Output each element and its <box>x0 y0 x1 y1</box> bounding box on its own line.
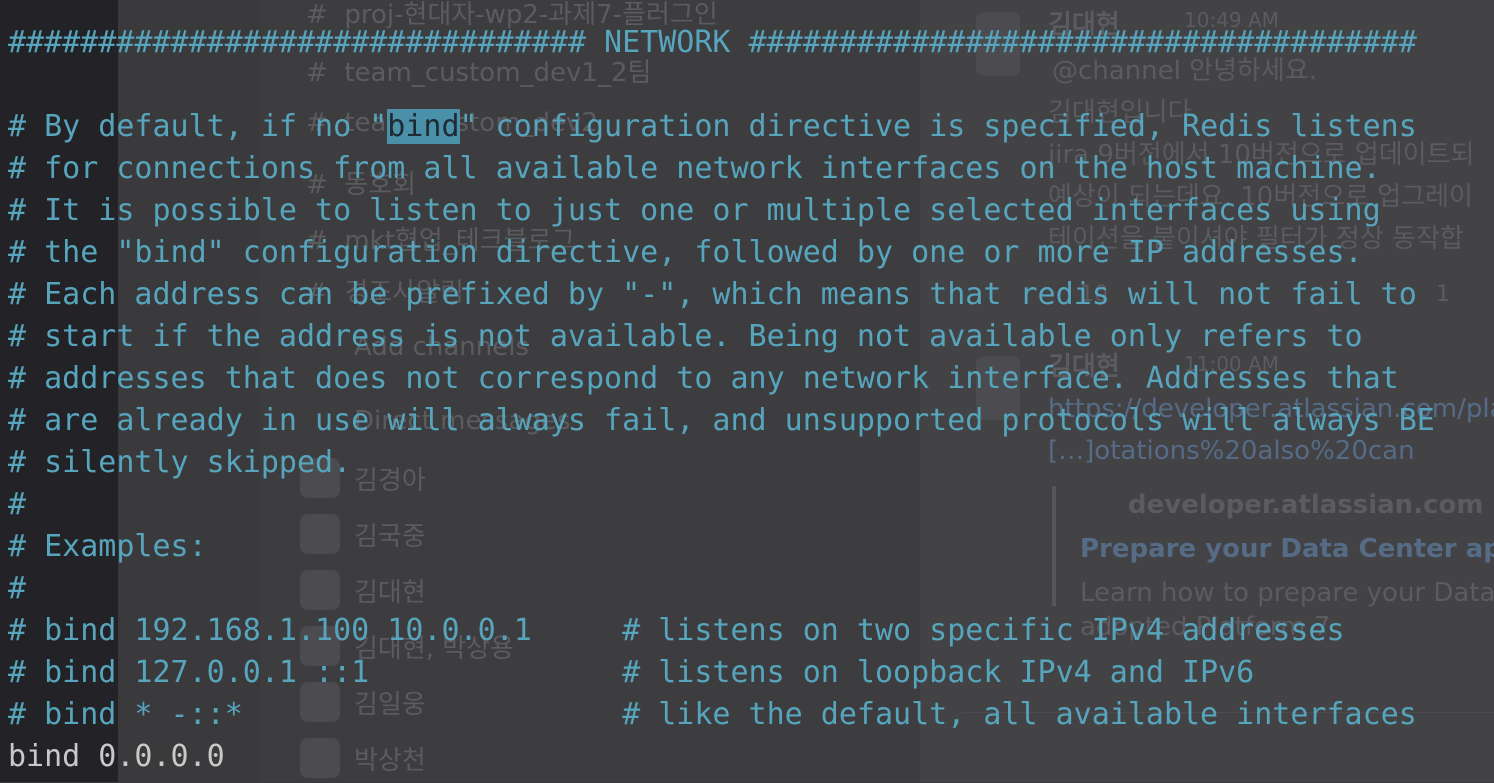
config-comment-line: # Examples: <box>8 529 207 564</box>
terminal-editor[interactable]: ################################ NETWORK… <box>0 0 1494 782</box>
config-comment-line: # the "bind" configuration directive, fo… <box>8 235 1363 270</box>
bind-directive-line[interactable]: bind 0.0.0.0 <box>8 736 225 778</box>
config-comment-line: # bind 127.0.0.1 ::1 # listens on loopba… <box>8 655 1255 690</box>
config-header-line: ################################ NETWORK… <box>8 25 1417 60</box>
config-comment-line: # Each address can be prefixed by "-", w… <box>8 277 1417 312</box>
config-comment-line: # <box>8 487 27 522</box>
config-comment-line: # By default, if no "bind" configuration… <box>8 106 1417 148</box>
config-comment-line: # bind 192.168.1.100 10.0.0.1 # listens … <box>8 613 1345 648</box>
config-comment-line: # addresses that does not correspond to … <box>8 361 1399 396</box>
line-text: # By default, if no " <box>8 109 388 144</box>
config-comment-line: # start if the address is not available.… <box>8 319 1363 354</box>
config-comment-line: # <box>8 571 27 606</box>
search-highlight: bind <box>387 109 460 144</box>
config-comment-line: # bind * -::* # like the default, all av… <box>8 697 1417 732</box>
config-comment-line: # are already in use will always fail, a… <box>8 403 1435 438</box>
config-comment-line: # silently skipped. <box>8 445 352 480</box>
config-comment-line: # It is possible to listen to just one o… <box>8 193 1381 228</box>
config-comment-line: # for connections from all available net… <box>8 151 1381 186</box>
line-text: " configuration directive is specified, … <box>459 109 1417 144</box>
